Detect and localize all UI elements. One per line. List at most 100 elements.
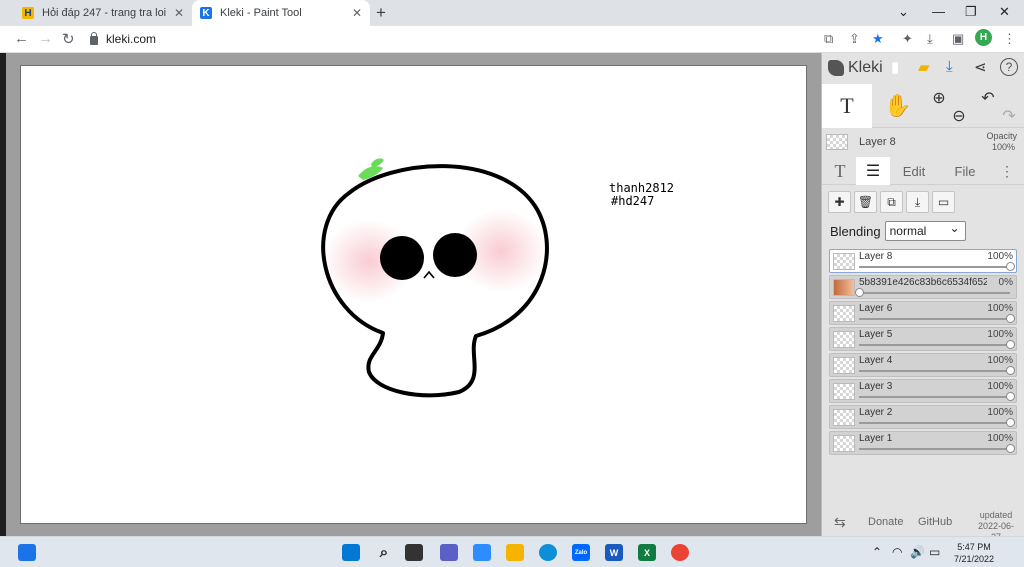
- donate-link[interactable]: Donate: [868, 516, 903, 528]
- slider-knob[interactable]: [1006, 444, 1015, 453]
- word-icon[interactable]: W: [605, 544, 623, 561]
- layer-row[interactable]: Layer 3 100%: [829, 379, 1017, 403]
- close-window-icon[interactable]: ✕: [999, 4, 1010, 20]
- layer-opacity-slider[interactable]: [855, 288, 1010, 297]
- redo-icon[interactable]: ↷: [998, 84, 1020, 128]
- extensions-icon[interactable]: ✦: [902, 31, 913, 47]
- duplicate-layer-icon[interactable]: ⧉: [880, 191, 903, 213]
- layer-opacity-slider[interactable]: [859, 392, 1015, 401]
- chat-icon[interactable]: [440, 544, 458, 561]
- rename-layer-icon[interactable]: ▭: [932, 191, 955, 213]
- layer-row[interactable]: Layer 6 100%: [829, 301, 1017, 325]
- avatar[interactable]: H: [975, 29, 992, 46]
- layer-row[interactable]: 5b8391e426c83b6c6534f6520 0%: [829, 275, 1017, 299]
- layer-row[interactable]: Layer 2 100%: [829, 405, 1017, 429]
- tab-edit[interactable]: Edit: [896, 157, 932, 185]
- tab-brush-text[interactable]: T: [826, 157, 854, 185]
- open-folder-icon[interactable]: ▰: [918, 58, 930, 76]
- layer-opacity: 100%: [987, 381, 1013, 392]
- share-icon[interactable]: ⇪: [849, 31, 860, 47]
- more-vert-icon[interactable]: ⋮: [1000, 157, 1014, 185]
- panel-footer: ⇆ Donate GitHub updated 2022-06-27: [822, 508, 1024, 542]
- search-icon[interactable]: ⌕: [375, 544, 393, 561]
- slider-knob[interactable]: [855, 288, 864, 297]
- github-link[interactable]: GitHub: [918, 516, 952, 528]
- tab-kleki[interactable]: K Kleki - Paint Tool ✕: [192, 0, 370, 26]
- swap-icon[interactable]: ⇆: [834, 514, 846, 531]
- chevron-up-icon[interactable]: ⌃: [872, 545, 882, 559]
- merge-down-icon[interactable]: ⤓: [906, 191, 929, 213]
- zoom-app-icon[interactable]: [473, 544, 491, 561]
- slider-knob[interactable]: [1006, 366, 1015, 375]
- minimize-icon[interactable]: —: [932, 4, 945, 19]
- layer-opacity-slider[interactable]: [859, 262, 1015, 271]
- download-icon[interactable]: ⤓: [946, 58, 953, 75]
- drawing-canvas[interactable]: thanh2812 #hd247: [20, 65, 807, 524]
- delete-layer-icon[interactable]: 🗑: [854, 191, 877, 213]
- zoom-out-icon[interactable]: ⊖: [946, 84, 972, 128]
- volume-icon[interactable]: 🔊: [910, 545, 925, 559]
- tab-hoidap247[interactable]: H Hỏi đáp 247 - trang tra loi ✕: [14, 0, 192, 26]
- chevron-down-icon[interactable]: ⌄: [898, 4, 909, 20]
- text-tool-icon[interactable]: T: [822, 84, 872, 128]
- layer-opacity-slider[interactable]: [859, 314, 1015, 323]
- layer-opacity-slider[interactable]: [859, 418, 1015, 427]
- zalo-icon[interactable]: Zalo: [572, 544, 590, 561]
- address-bar[interactable]: kleki.com: [86, 28, 826, 50]
- excel-icon[interactable]: X: [638, 544, 656, 561]
- windows-start-icon[interactable]: [342, 544, 360, 561]
- help-icon[interactable]: ?: [1000, 58, 1018, 76]
- right-eye: [433, 233, 477, 277]
- download-icon[interactable]: ⤓: [927, 31, 933, 47]
- forward-icon[interactable]: →: [38, 30, 53, 47]
- layer-name: 5b8391e426c83b6c6534f6520: [859, 277, 987, 288]
- layers-icon[interactable]: ☰: [856, 157, 890, 185]
- layer-thumbnail: [833, 435, 855, 452]
- url-text: kleki.com: [106, 32, 157, 46]
- layer-row[interactable]: Layer 5 100%: [829, 327, 1017, 351]
- translate-icon[interactable]: ⧉: [824, 31, 833, 47]
- restore-icon[interactable]: ❐: [965, 4, 977, 20]
- layer-row[interactable]: Layer 8 100%: [829, 249, 1017, 273]
- layer-thumbnail: [833, 331, 855, 348]
- clock-time: 5:47 PM: [957, 542, 991, 552]
- kleki-brand[interactable]: Kleki: [828, 57, 883, 79]
- back-icon[interactable]: ←: [14, 30, 29, 47]
- close-icon[interactable]: ✕: [174, 6, 184, 20]
- sprout-leaf-small: [371, 158, 384, 167]
- layer-opacity-slider[interactable]: [859, 340, 1015, 349]
- slider-knob[interactable]: [1006, 314, 1015, 323]
- blending-select[interactable]: normal: [884, 221, 966, 241]
- clock[interactable]: 5:47 PM 7/21/2022: [950, 541, 998, 565]
- opacity-value: 100%: [991, 142, 1015, 152]
- layer-row[interactable]: Layer 4 100%: [829, 353, 1017, 377]
- edge-browser-icon[interactable]: [539, 544, 557, 561]
- share-icon[interactable]: ⋖: [974, 58, 987, 76]
- task-view-icon[interactable]: [405, 544, 423, 561]
- layer-opacity-slider[interactable]: [859, 444, 1015, 453]
- left-eye: [380, 236, 424, 280]
- tab-file[interactable]: File: [946, 157, 984, 185]
- add-layer-icon[interactable]: ✚: [828, 191, 851, 213]
- new-image-icon[interactable]: ▮: [891, 58, 899, 76]
- slider-knob[interactable]: [1006, 340, 1015, 349]
- bookmark-star-icon[interactable]: ★: [872, 31, 884, 47]
- slider-knob[interactable]: [1006, 262, 1015, 271]
- hand-tool-icon[interactable]: ✋: [878, 84, 918, 128]
- widgets-icon[interactable]: [18, 544, 36, 561]
- reload-icon[interactable]: ↻: [62, 30, 75, 48]
- plus-icon[interactable]: +: [376, 3, 386, 23]
- layer-name: Layer 8: [859, 251, 893, 262]
- file-explorer-icon[interactable]: [506, 544, 524, 561]
- wifi-icon[interactable]: ◠: [892, 545, 902, 559]
- slider-knob[interactable]: [1006, 392, 1015, 401]
- chrome-icon[interactable]: [671, 544, 689, 561]
- slider-knob[interactable]: [1006, 418, 1015, 427]
- undo-icon[interactable]: ↶: [977, 84, 999, 128]
- close-icon[interactable]: ✕: [352, 6, 362, 20]
- layer-opacity-slider[interactable]: [859, 366, 1015, 375]
- side-panel-icon[interactable]: ▣: [952, 31, 964, 47]
- battery-icon[interactable]: ▭: [929, 545, 940, 559]
- layer-row[interactable]: Layer 1 100%: [829, 431, 1017, 455]
- more-vert-icon[interactable]: ⋮: [1003, 31, 1016, 47]
